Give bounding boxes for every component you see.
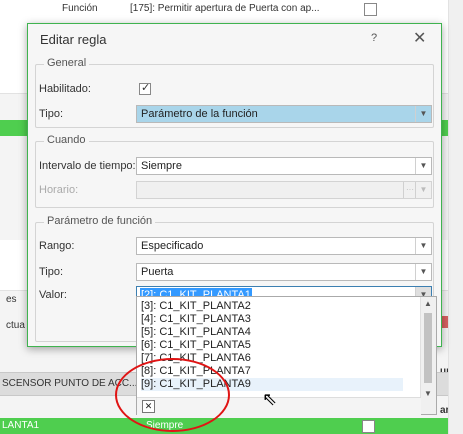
intervalo-select[interactable]: Siempre ▼ — [136, 157, 432, 175]
horario-label: Horario: — [39, 184, 79, 196]
chevron-down-icon[interactable]: ▼ — [415, 264, 431, 280]
rango-label: Rango: — [39, 240, 75, 252]
tipo-param-label: Tipo: — [39, 266, 64, 278]
list-item[interactable]: [4]: C1_KIT_PLANTA3 — [141, 313, 251, 326]
rango-value: Especificado — [141, 240, 204, 252]
tipo-select[interactable]: Parámetro de la función ▼ — [136, 105, 432, 123]
rango-select[interactable]: Especificado ▼ — [136, 237, 432, 255]
list-item[interactable]: [3]: C1_KIT_PLANTA2 — [141, 300, 251, 313]
close-icon[interactable]: ✕ — [413, 28, 426, 48]
group-general: General Habilitado: ✓ Tipo: Parámetro de… — [35, 57, 434, 128]
mouse-pointer-icon: ⇖ — [262, 389, 278, 409]
list-item[interactable]: [5]: C1_KIT_PLANTA4 — [141, 326, 251, 339]
table-row[interactable]: Función [175]: Permitir apertura de Puer… — [0, 0, 448, 19]
tipo-value: Parámetro de la función — [141, 108, 258, 120]
group-title: Parámetro de función — [44, 215, 156, 227]
tipo-label: Tipo: — [39, 108, 64, 120]
scroll-thumb[interactable] — [424, 313, 432, 383]
table-cell: LANTA1 — [2, 420, 40, 431]
group-title: Cuando — [44, 134, 89, 146]
table-cell: Función — [62, 3, 98, 14]
list-item[interactable]: [6]: C1_KIT_PLANTA5 — [141, 339, 251, 352]
horario-select: ··· ▼ — [136, 181, 432, 199]
dialog-title: Editar regla — [40, 32, 107, 47]
check-icon: ✓ — [141, 82, 151, 94]
cell-fragment: ctua — [6, 320, 25, 331]
intervalo-label: Intervalo de tiempo: — [39, 160, 136, 172]
cell-fragment: es — [6, 294, 17, 305]
group-title: General — [44, 57, 90, 69]
group-cuando: Cuando Intervalo de tiempo: Siempre ▼ Ho… — [35, 134, 434, 208]
chevron-up-icon[interactable]: ▲ — [424, 299, 432, 308]
help-icon[interactable]: ? — [371, 32, 377, 44]
habilitado-label: Habilitado: — [39, 83, 91, 95]
chevron-down-icon: ▼ — [415, 182, 431, 198]
habilitado-checkbox[interactable]: ✓ — [139, 82, 151, 95]
tipo-param-select[interactable]: Puerta ▼ — [136, 263, 432, 281]
intervalo-value: Siempre — [141, 160, 182, 172]
tipo-param-value: Puerta — [141, 266, 174, 278]
chevron-down-icon[interactable]: ▼ — [424, 389, 432, 398]
dropdown-scrollbar[interactable]: ▲ ▼ — [420, 297, 436, 414]
row-checkbox[interactable] — [362, 420, 375, 433]
row-checkbox[interactable] — [364, 3, 377, 16]
annotation-ellipse — [115, 358, 230, 432]
valor-label: Valor: — [39, 289, 67, 301]
chevron-down-icon[interactable]: ▼ — [415, 158, 431, 174]
background-scrollbar[interactable] — [448, 0, 463, 434]
chevron-down-icon[interactable]: ▼ — [415, 106, 431, 122]
chevron-down-icon[interactable]: ▼ — [415, 238, 431, 254]
table-cell: [175]: Permitir apertura de Puerta con a… — [130, 3, 320, 14]
selected-row[interactable]: LANTA1 Siempre — [0, 418, 463, 434]
